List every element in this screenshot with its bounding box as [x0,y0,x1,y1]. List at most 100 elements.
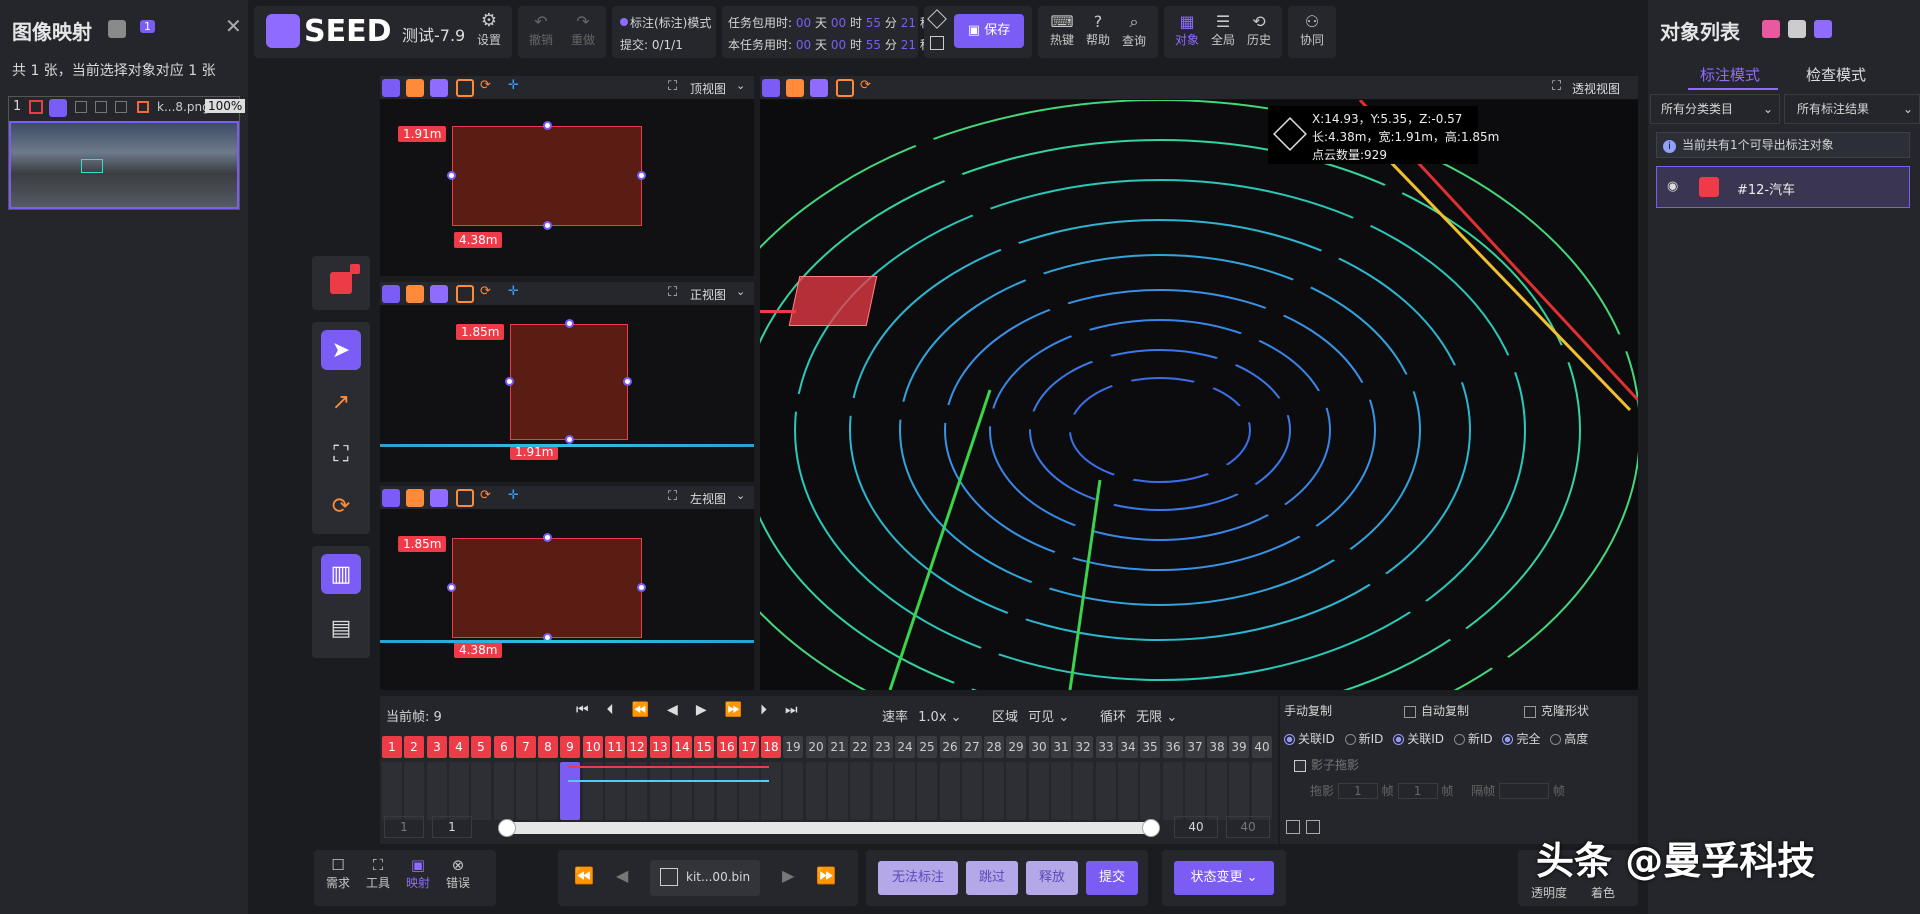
next-key-icon[interactable]: ⏩ [725,702,760,718]
radio-full[interactable]: 完全 [1502,732,1540,746]
fullscreen-icon[interactable]: ⛶ [668,285,677,300]
frame-cell[interactable] [761,762,781,820]
frame-cell[interactable] [583,762,603,820]
left-view-box[interactable] [452,538,642,638]
objects-button[interactable]: ▦ 对象 [1170,12,1204,48]
frame-cell[interactable] [1096,762,1116,820]
fullscreen-icon[interactable]: ⛶ [668,489,677,504]
fit-icon[interactable] [456,489,474,507]
frame-number[interactable]: 15 [694,736,714,758]
layout-b-button[interactable]: ▤ [321,608,361,648]
frame-number[interactable]: 22 [850,736,870,758]
mode-label[interactable]: 标注(标注)模式 [630,14,711,31]
tools-button[interactable]: ⛶ 工具 [360,856,396,891]
square-icon[interactable] [1788,20,1806,38]
front-view-box[interactable] [510,324,628,440]
left-view-name[interactable]: 左视图 [690,490,726,507]
frame-number[interactable]: 1 [382,736,402,758]
radio-new-id-1[interactable]: 新ID [1344,732,1383,746]
skip-button[interactable]: 跳过 [966,861,1018,895]
release-button[interactable]: 释放 [1026,861,1078,895]
frame-cell[interactable] [1252,762,1272,820]
cube-tool-icon[interactable] [330,272,352,294]
frame-number[interactable]: 13 [650,736,670,758]
top-view-box[interactable] [452,126,642,226]
top-view-canvas[interactable]: 1.91m 4.38m [380,100,754,276]
frame-cell[interactable] [1118,762,1138,820]
range-handle-right[interactable] [1142,819,1160,837]
mapping-button[interactable]: ▣ 映射 [400,856,436,891]
frame-cell[interactable] [850,762,870,820]
auto-copy-toggle[interactable]: 自动复制 [1404,702,1469,719]
global-button[interactable]: ☰ 全局 [1206,12,1240,48]
move-icon[interactable]: ✛ [508,78,519,93]
chevron-down-icon[interactable]: ⌄ [736,489,745,502]
persp-view-canvas[interactable]: X:14.93，Y:5.35，Z:-0.57 长:4.38m，宽:1.91m，高… [760,100,1638,690]
frame-number[interactable]: 10 [583,736,603,758]
frame-number[interactable]: 29 [1006,736,1026,758]
box-handle[interactable] [505,377,514,386]
frame-number[interactable]: 37 [1185,736,1205,758]
forward-icon[interactable]: ▶ [782,866,794,885]
minus-icon[interactable] [95,101,107,113]
frame-cell[interactable] [605,762,625,820]
frame-cell[interactable] [1051,762,1071,820]
frame-cell[interactable] [962,762,982,820]
frame-number[interactable]: 38 [1207,736,1227,758]
frame-cell[interactable] [783,762,803,820]
radio-new-id-2[interactable]: 新ID [1453,732,1493,746]
box-handle[interactable] [565,319,574,328]
next-frame-icon[interactable]: ⏵ [760,702,785,718]
copy-icon-a[interactable] [1286,820,1300,834]
frame-number[interactable]: 26 [940,736,960,758]
range-end-b[interactable]: 40 [1226,816,1270,838]
filter-result-select[interactable]: 所有标注结果 ⌄ [1784,94,1920,124]
solid-cube-icon[interactable] [786,79,804,97]
reset-icon[interactable]: ⟳ [860,78,871,93]
tab-check-mode[interactable]: 检查模式 [1806,64,1866,85]
fast-forward-icon[interactable]: ⏩ [816,866,836,885]
frame-cell[interactable] [694,762,714,820]
shadow-toggle[interactable]: 影子拖影 [1294,756,1359,773]
color-button[interactable]: 着色 [1578,884,1628,901]
first-frame-icon[interactable]: ⏮ [576,702,607,718]
frame-cell[interactable] [1140,762,1160,820]
range-start-b[interactable]: 1 [432,816,472,838]
area-control[interactable]: 区域 可见 ⌄ [992,706,1069,725]
box-handle[interactable] [543,533,552,542]
range-handle-left[interactable] [498,819,516,837]
speed-control[interactable]: 速率 1.0x ⌄ [882,706,962,725]
cube-icon[interactable] [382,489,400,507]
badge-icon[interactable] [1814,20,1832,38]
eye-icon[interactable]: ◉ [1667,179,1678,194]
tab-label-mode[interactable]: 标注模式 [1700,64,1760,85]
chevron-down-icon[interactable]: ⌄ [736,79,745,92]
disk-icon[interactable] [930,36,944,50]
frame-cell[interactable] [672,762,692,820]
frame-cell[interactable] [382,762,402,820]
drag-input[interactable]: 1 [1337,783,1378,799]
close-icon[interactable]: ✕ [225,14,242,38]
query-button[interactable]: ⌕ 查询 [1118,12,1150,49]
layout-a-button[interactable]: ▥ [321,554,361,594]
box-handle[interactable] [543,221,552,230]
frame-number[interactable]: 40 [1252,736,1272,758]
frame-cell[interactable] [828,762,848,820]
box-handle[interactable] [637,171,646,180]
thumb-card[interactable]: 1 k...8.png 100% [8,96,246,210]
rotate-tool-button[interactable]: ⟳ [321,486,361,526]
filter-category-select[interactable]: 所有分类类目 ⌄ [1650,94,1780,124]
frame-cell[interactable] [560,762,580,820]
interval-select[interactable] [1499,783,1550,799]
fit-icon[interactable] [456,285,474,303]
frame-number[interactable]: 6 [494,736,514,758]
file-chip[interactable]: kit...00.bin [650,860,760,896]
frame-cell[interactable] [1229,762,1249,820]
status-change-button[interactable]: 状态变更 ⌄ [1174,861,1274,895]
frame-number[interactable]: 18 [761,736,781,758]
box-handle[interactable] [447,583,456,592]
fit-tool-button[interactable]: ⛶ [321,434,361,474]
frame-number[interactable]: 25 [917,736,937,758]
solid-cube-icon[interactable] [406,79,424,97]
frame-number[interactable]: 7 [516,736,536,758]
